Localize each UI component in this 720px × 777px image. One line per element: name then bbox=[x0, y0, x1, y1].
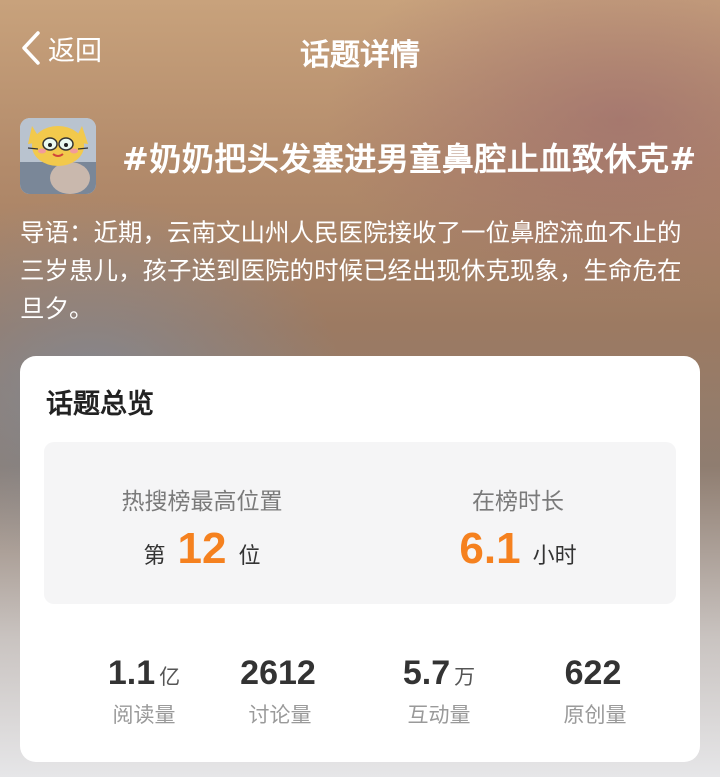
metric-discussions-value-row: 2612 bbox=[200, 654, 360, 693]
topic-intro: 导语：近期，云南文山州人民医院接收了一位鼻腔流血不止的三岁患儿，孩子送到医院的时… bbox=[20, 218, 682, 323]
peak-rank-value: 12 bbox=[177, 524, 227, 573]
metric-originals-label: 原创量 bbox=[563, 703, 627, 727]
peak-rank-label: 热搜榜最高位置 bbox=[121, 489, 283, 515]
ranking-panel: 热搜榜最高位置 第 12 位 在榜时长 6.1 小时 bbox=[44, 442, 676, 604]
overview-card: 话题总览 热搜榜最高位置 第 12 位 在榜时长 6.1 小时 1.1 亿 阅读… bbox=[20, 356, 700, 762]
duration-value: 6.1 bbox=[459, 524, 521, 573]
peak-rank-value-row: 第 12 位 bbox=[44, 524, 360, 574]
metric-originals-value: 622 bbox=[564, 654, 622, 692]
top-bar: 返回 话题详情 bbox=[0, 0, 720, 96]
metric-interactions-label: 互动量 bbox=[407, 703, 471, 727]
duration-unit: 小时 bbox=[532, 544, 577, 569]
page-title: 话题详情 bbox=[300, 38, 420, 73]
peak-rank-suffix: 位 bbox=[238, 544, 261, 569]
metric-reads-unit: 亿 bbox=[159, 665, 181, 689]
peak-rank-stat: 热搜榜最高位置 第 12 位 bbox=[44, 442, 360, 604]
metric-discussions-label: 讨论量 bbox=[248, 703, 312, 727]
topic-header: #奶奶把头发塞进男童鼻腔止血致休克# bbox=[20, 118, 710, 194]
metric-discussions-value: 2612 bbox=[240, 654, 316, 692]
metric-reads-value: 1.1 bbox=[107, 654, 156, 692]
duration-label: 在榜时长 bbox=[472, 489, 564, 515]
metric-interactions-unit: 万 bbox=[454, 665, 476, 689]
peak-rank-prefix: 第 bbox=[143, 544, 166, 569]
metric-discussions: 2612 讨论量 bbox=[200, 654, 360, 729]
overview-title: 话题总览 bbox=[46, 389, 154, 420]
metric-originals: 622 原创量 bbox=[515, 654, 675, 729]
metric-originals-value-row: 622 bbox=[515, 654, 675, 693]
metrics-row: 1.1 亿 阅读量 2612 讨论量 5.7 万 互动量 622 原创量 bbox=[20, 654, 700, 744]
metric-interactions-value-row: 5.7 万 bbox=[359, 654, 519, 693]
topic-title: #奶奶把头发塞进男童鼻腔止血致休克# bbox=[122, 140, 697, 178]
cat-sticker-icon bbox=[20, 118, 96, 194]
duration-value-row: 6.1 小时 bbox=[360, 524, 676, 574]
metric-interactions-value: 5.7 bbox=[402, 654, 451, 692]
duration-stat: 在榜时长 6.1 小时 bbox=[360, 442, 676, 604]
topic-avatar[interactable] bbox=[20, 118, 96, 194]
metric-interactions: 5.7 万 互动量 bbox=[359, 654, 519, 729]
